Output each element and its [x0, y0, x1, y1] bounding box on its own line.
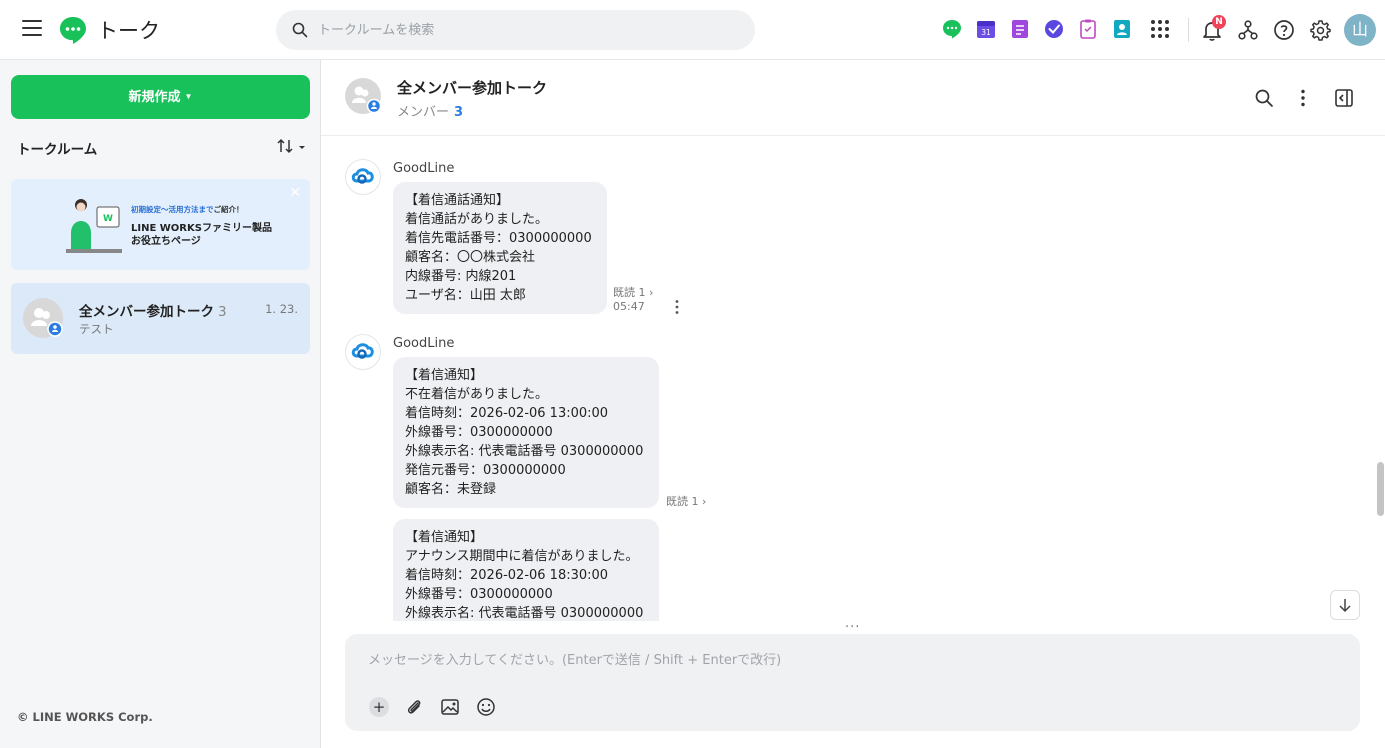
search-input[interactable] [318, 10, 738, 50]
room-item[interactable]: 全メンバー参加トーク 3 テスト 1. 23. [11, 283, 310, 354]
organization-icon[interactable] [1236, 18, 1260, 42]
sort-icon[interactable] [276, 137, 310, 157]
rooms-heading: トークルーム [17, 142, 98, 158]
chat-members[interactable]: メンバー 3 [397, 101, 463, 120]
task-app-icon[interactable] [1042, 17, 1066, 41]
sidebar: 新規作成 ▼ トークルーム W ✕ 初期設定〜活用方法までご紹介！ LINE WO… [0, 60, 321, 748]
chat-header: 全メンバー参加トーク メンバー 3 [321, 60, 1385, 136]
side-panel-toggle-icon[interactable] [1333, 87, 1355, 109]
group-avatar [23, 298, 63, 338]
apps-grid-icon[interactable] [1148, 17, 1172, 41]
banner-close-icon[interactable]: ✕ [289, 185, 301, 201]
promo-banner[interactable]: W ✕ 初期設定〜活用方法までご紹介！ LINE WORKSファミリー製品 お役… [11, 179, 310, 270]
room-date: 1. 23. [265, 302, 298, 316]
calendar-app-icon[interactable]: 31 [974, 17, 998, 41]
arrow-down-icon [1339, 599, 1351, 613]
emoji-icon[interactable] [475, 696, 497, 718]
group-people-icon [31, 308, 63, 337]
user-avatar[interactable]: 山 [1344, 14, 1376, 46]
scrollbar-track[interactable] [1374, 137, 1385, 621]
search-box[interactable] [276, 10, 755, 50]
contacts-app-icon[interactable] [1110, 17, 1134, 41]
read-receipt[interactable]: 既読 1 › [613, 284, 653, 300]
note-app-icon[interactable] [1008, 17, 1032, 41]
app-title: トーク [97, 19, 160, 43]
message-input[interactable] [368, 649, 1338, 673]
toolbar-divider [1188, 18, 1189, 42]
goodline-logo-icon [351, 343, 374, 359]
scroll-to-bottom-button[interactable] [1330, 590, 1360, 620]
sender-avatar[interactable] [345, 159, 381, 195]
line-works-talk-logo-icon [60, 17, 86, 44]
chat-group-avatar [345, 78, 382, 114]
menu-icon[interactable] [22, 20, 42, 38]
help-icon[interactable] [1272, 18, 1296, 42]
search-icon [292, 22, 308, 38]
chat-title: 全メンバー参加トーク [397, 79, 548, 97]
svg-text:31: 31 [981, 28, 991, 37]
resize-handle-icon[interactable]: ··· [845, 620, 860, 635]
room-last-message: テスト [79, 322, 114, 336]
group-people-icon [352, 86, 382, 114]
attach-plus-icon[interactable]: + [369, 697, 389, 717]
message-more-icon[interactable] [674, 299, 680, 315]
caret-down-icon: ▼ [184, 92, 193, 101]
copyright: © LINE WORKS Corp. [17, 710, 153, 724]
room-name-text: 全メンバー参加トーク [79, 304, 214, 320]
paperclip-icon[interactable] [403, 696, 425, 718]
banner-line1: 初期設定〜活用方法までご紹介！ [131, 204, 244, 215]
app-root: トーク 31 [0, 0, 1385, 748]
banner-illustration: W [66, 199, 122, 253]
banner-line1-a: 初期設定〜活用方法まで [131, 205, 214, 214]
new-create-button[interactable]: 新規作成 ▼ [11, 75, 310, 119]
svg-text:W: W [103, 214, 113, 224]
sender-avatar[interactable] [345, 334, 381, 370]
goodline-logo-icon [351, 168, 374, 184]
read-receipt[interactable]: 既読 1 › [666, 493, 706, 509]
members-label: メンバー [397, 105, 450, 120]
message-composer: + [345, 634, 1360, 731]
image-icon[interactable] [439, 696, 461, 718]
message-bubble[interactable]: 【着信通知】 アナウンス期間中に着信がありました。 着信時刻：2026-02-0… [393, 519, 659, 621]
room-member-count: 3 [218, 304, 227, 320]
more-vertical-icon[interactable] [1292, 87, 1314, 109]
sender-name: GoodLine [393, 336, 455, 351]
message-bubble[interactable]: 【着信通知】 不在着信がありました。 着信時刻：2026-02-06 13:00… [393, 357, 659, 508]
banner-line3: お役立ちページ [131, 236, 201, 247]
talk-app-icon[interactable] [940, 17, 964, 41]
room-name: 全メンバー参加トーク 3 [79, 300, 227, 320]
chat-search-icon[interactable] [1253, 87, 1275, 109]
message-time: 05:47 [613, 300, 645, 313]
message-list: GoodLine 【着信通話通知】 着信通話がありました。 着信先電話番号：03… [321, 137, 1371, 621]
sender-name: GoodLine [393, 161, 455, 176]
form-app-icon[interactable] [1076, 17, 1100, 41]
members-count: 3 [454, 105, 464, 120]
scrollbar-thumb[interactable] [1377, 462, 1384, 516]
message-bubble[interactable]: 【着信通話通知】 着信通話がありました。 着信先電話番号：0300000000 … [393, 182, 607, 314]
top-bar: トーク 31 [0, 0, 1385, 60]
banner-line1-b: ご紹介！ [213, 205, 244, 214]
new-create-label: 新規作成 [128, 89, 181, 104]
settings-gear-icon[interactable] [1308, 18, 1332, 42]
notification-badge: N [1212, 15, 1226, 29]
